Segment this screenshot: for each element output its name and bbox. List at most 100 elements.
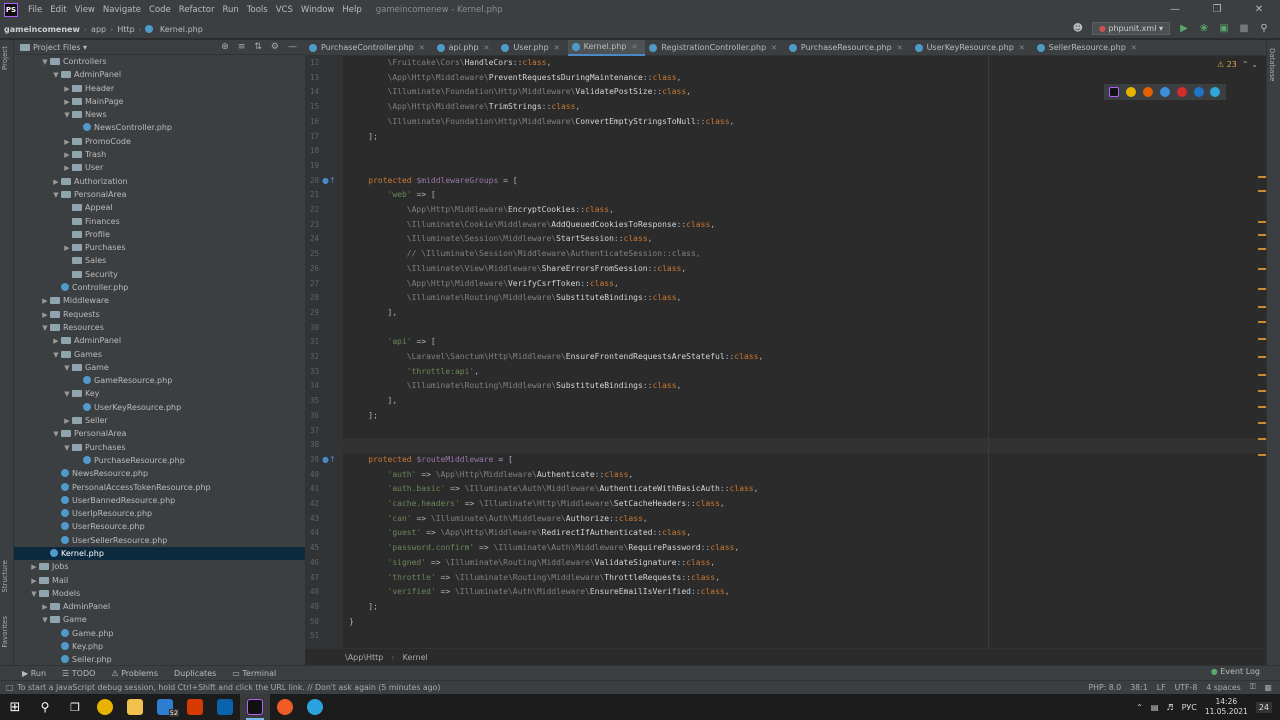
- breadcrumb-http[interactable]: Http: [113, 25, 138, 34]
- code-line[interactable]: \App\Http\Middleware\TrimStrings::class,: [349, 102, 581, 111]
- memory-icon[interactable]: ▦: [1265, 683, 1272, 692]
- tree-folder[interactable]: ▶ AdminPanel: [14, 334, 305, 347]
- debug-icon[interactable]: ❀: [1198, 23, 1210, 35]
- tree-folder[interactable]: ▼ Models: [14, 587, 305, 600]
- tree-file[interactable]: NewsResource.php: [14, 467, 305, 480]
- chevron-down-icon[interactable]: ⌄: [1251, 60, 1258, 69]
- editor-tab[interactable]: api.php ✕: [433, 40, 498, 56]
- code-line[interactable]: \Illuminate\View\Middleware\ShareErrorsF…: [349, 264, 686, 273]
- tree-folder[interactable]: ▶ Seller: [14, 414, 305, 427]
- breadcrumb-file[interactable]: Kernel.php: [156, 25, 207, 34]
- override-marker-icon[interactable]: ●↑: [322, 455, 336, 464]
- status-message[interactable]: To start a JavaScript debug session, hol…: [17, 683, 440, 692]
- tree-file[interactable]: Controller.php: [14, 281, 305, 294]
- tree-folder[interactable]: ▶ Trash: [14, 148, 305, 161]
- edge-icon[interactable]: [1210, 87, 1221, 97]
- tree-folder[interactable]: ▼ Game: [14, 613, 305, 626]
- project-view-select[interactable]: Project Files: [33, 43, 80, 52]
- chevron-down-icon[interactable]: ▼: [62, 109, 72, 122]
- taskbar-mail[interactable]: [210, 694, 240, 720]
- tool-window-run[interactable]: ▶ Run: [22, 669, 46, 678]
- code-editor[interactable]: 12 13 14 15 16 17 18 19 20 21 22 23 24 25 26 27 28 29 30 31…: [305, 56, 1266, 648]
- restore-icon[interactable]: ❐: [1196, 0, 1238, 20]
- tree-folder[interactable]: ▶ Jobs: [14, 560, 305, 573]
- code-line[interactable]: \App\Http\Middleware\EncryptCookies::cla…: [349, 205, 614, 214]
- taskbar-telegram[interactable]: [300, 694, 330, 720]
- code-line[interactable]: ],: [349, 396, 398, 405]
- firefox-icon[interactable]: [1143, 87, 1154, 97]
- code-line[interactable]: protected $middlewareGroups = [: [349, 176, 517, 185]
- locate-icon[interactable]: ⊕: [221, 42, 229, 52]
- tree-folder[interactable]: ▶ User: [14, 161, 305, 174]
- tree-file[interactable]: PersonalAccessTokenResource.php: [14, 481, 305, 494]
- code-line[interactable]: // \Illuminate\Session\Middleware\Authen…: [349, 249, 701, 258]
- tree-folder[interactable]: Profile: [14, 228, 305, 241]
- breadcrumb-namespace[interactable]: \App\Http: [345, 653, 383, 662]
- taskbar-chrome[interactable]: [90, 694, 120, 720]
- tree-file[interactable]: Seller.php: [14, 653, 305, 665]
- menu-view[interactable]: View: [71, 5, 99, 15]
- favorites-tool-button[interactable]: Favorites: [1, 616, 9, 648]
- code-line[interactable]: 'signed' => \Illuminate\Routing\Middlewa…: [349, 558, 716, 567]
- chevron-down-icon[interactable]: ▼: [51, 69, 61, 82]
- inspection-widget[interactable]: ⚠ 23 ⌃ ⌄: [1217, 60, 1258, 69]
- close-tab-icon[interactable]: ✕: [484, 40, 490, 56]
- chevron-down-icon[interactable]: ▼: [40, 56, 50, 69]
- structure-tool-button[interactable]: Structure: [1, 560, 9, 593]
- chevron-right-icon[interactable]: ▶: [29, 561, 39, 574]
- opera-icon[interactable]: [1176, 87, 1187, 97]
- tool-window-duplicates[interactable]: Duplicates: [174, 669, 216, 678]
- close-tab-icon[interactable]: ✕: [897, 40, 903, 56]
- code-line[interactable]: ];: [349, 602, 378, 611]
- chevron-down-icon[interactable]: ▼: [62, 388, 72, 401]
- menu-refactor[interactable]: Refactor: [175, 5, 219, 15]
- code-line[interactable]: 'guest' => \App\Http\Middleware\Redirect…: [349, 528, 691, 537]
- menu-file[interactable]: File: [24, 5, 46, 15]
- chevron-down-icon[interactable]: ▼: [62, 362, 72, 375]
- project-tool-button[interactable]: Project: [1, 46, 9, 70]
- code-line[interactable]: ];: [349, 132, 378, 141]
- lock-icon[interactable]: ⚿: [1250, 682, 1256, 692]
- breadcrumb-app[interactable]: app: [87, 25, 110, 34]
- taskbar-phpstorm[interactable]: [240, 694, 270, 720]
- tree-file[interactable]: NewsController.php: [14, 121, 305, 134]
- tree-folder[interactable]: ▼ Resources: [14, 321, 305, 334]
- tree-folder[interactable]: Finances: [14, 215, 305, 228]
- indent-widget[interactable]: 4 spaces: [1206, 683, 1240, 692]
- chevron-down-icon[interactable]: ▼: [62, 442, 72, 455]
- chevron-up-icon[interactable]: ⌃: [1242, 60, 1249, 69]
- tree-file[interactable]: UserResource.php: [14, 520, 305, 533]
- close-tab-icon[interactable]: ✕: [1131, 40, 1137, 56]
- chevron-right-icon[interactable]: ▶: [40, 309, 50, 322]
- tree-folder[interactable]: Appeal: [14, 201, 305, 214]
- gear-icon[interactable]: ⚙: [271, 42, 279, 52]
- menu-vcs[interactable]: VCS: [272, 5, 297, 15]
- search-icon[interactable]: ⚲: [1258, 23, 1270, 35]
- tree-folder[interactable]: Sales: [14, 254, 305, 267]
- expand-all-icon[interactable]: ≡: [238, 42, 246, 52]
- code-line[interactable]: \Fruitcake\Cors\HandleCors::class,: [349, 58, 552, 67]
- encoding-widget[interactable]: UTF-8: [1175, 683, 1198, 692]
- chevron-right-icon[interactable]: ▶: [62, 415, 72, 428]
- code-line[interactable]: \Illuminate\Session\Middleware\StartSess…: [349, 234, 653, 243]
- code-line[interactable]: \Illuminate\Foundation\Http\Middleware\C…: [349, 117, 735, 126]
- override-marker-icon[interactable]: ●↑: [322, 176, 336, 185]
- chevron-right-icon[interactable]: ▶: [62, 96, 72, 109]
- tree-file[interactable]: UserIpResource.php: [14, 507, 305, 520]
- editor-tab[interactable]: PurchaseResource.php ✕: [785, 40, 911, 56]
- tree-folder[interactable]: ▼ AdminPanel: [14, 68, 305, 81]
- stop-icon[interactable]: ■: [1238, 23, 1250, 35]
- code-line[interactable]: 'auth.basic' => \Illuminate\Auth\Middlew…: [349, 484, 759, 493]
- tool-window-todo[interactable]: ☰ TODO: [62, 669, 95, 678]
- editor-tab[interactable]: PurchaseController.php ✕: [305, 40, 433, 56]
- close-tab-icon[interactable]: ✕: [554, 40, 560, 56]
- tree-folder[interactable]: ▶ PromoCode: [14, 135, 305, 148]
- tree-folder[interactable]: ▼ News: [14, 108, 305, 121]
- code-line[interactable]: ],: [349, 308, 398, 317]
- safari-icon[interactable]: [1159, 87, 1170, 97]
- editor-tab[interactable]: User.php ✕: [497, 40, 567, 56]
- chevron-down-icon[interactable]: ▼: [51, 428, 61, 441]
- tree-folder[interactable]: ▶ AdminPanel: [14, 600, 305, 613]
- tree-folder[interactable]: ▼ Games: [14, 348, 305, 361]
- editor-tab[interactable]: SellerResource.php ✕: [1033, 40, 1145, 56]
